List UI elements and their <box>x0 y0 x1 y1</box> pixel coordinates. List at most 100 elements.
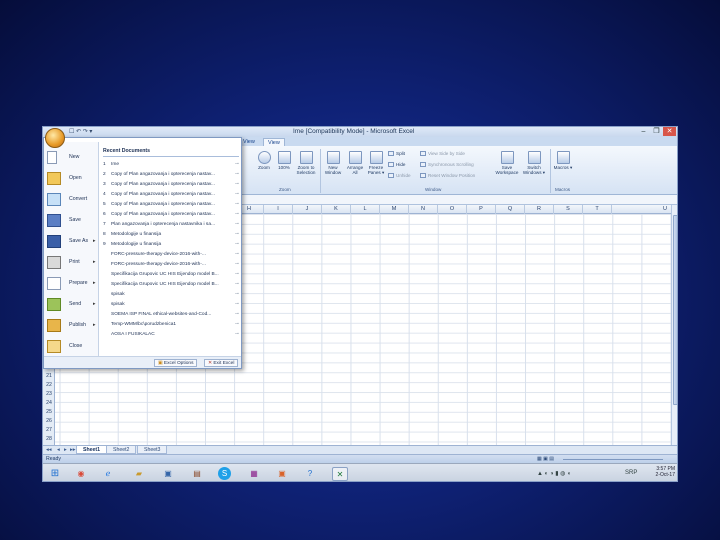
recent-document[interactable]: 4 Copy of Plan angazovanja i opterecenja … <box>103 190 241 199</box>
recent-document[interactable]: FORC-pressure-therapy-device-2016-with-.… <box>103 260 241 269</box>
pin-icon[interactable]: ⊸ <box>235 290 239 299</box>
tab-view[interactable]: View <box>263 138 285 146</box>
column-header-cell[interactable]: S <box>553 205 582 214</box>
column-header-cell[interactable]: I <box>263 205 292 214</box>
pin-icon[interactable]: ⊸ <box>235 190 239 199</box>
powerpoint-icon[interactable]: ▣ <box>274 467 290 481</box>
pin-icon[interactable]: ⊸ <box>235 180 239 189</box>
recent-document[interactable]: Temp-WMM\bc\porudzbenica1 ⊸ <box>103 320 241 329</box>
column-header-cell[interactable]: Q <box>495 205 524 214</box>
recent-document[interactable]: spisak ⊸ <box>103 300 241 309</box>
chrome-icon[interactable]: ◉ <box>73 467 89 481</box>
pin-icon[interactable]: ⊸ <box>235 280 239 289</box>
app-icon[interactable]: ▦ <box>246 467 262 481</box>
zoom-button[interactable]: Zoom <box>255 151 273 170</box>
synchronous-scrolling-button[interactable]: Synchronous Scrolling <box>420 162 474 168</box>
row-label[interactable]: 27 <box>43 427 55 433</box>
menu-item-close[interactable]: Close <box>47 339 97 355</box>
pin-icon[interactable]: ⊸ <box>235 270 239 279</box>
row-label[interactable]: 23 <box>43 391 55 397</box>
column-header-cell[interactable]: N <box>408 205 437 214</box>
recent-document[interactable]: 1 Ime ⊸ <box>103 160 241 169</box>
recent-document[interactable]: 5 Copy of Plan angazovanja i opterecenja … <box>103 200 241 209</box>
new-window-button[interactable]: New Window <box>323 151 343 176</box>
recent-document[interactable]: Specifikacija Grupovic UC HIS Eijendop m… <box>103 280 241 289</box>
menu-item-send[interactable]: Send ▸ <box>47 297 97 313</box>
recent-document[interactable]: Specifikacija Grupovic UC HIS Eijendop m… <box>103 270 241 279</box>
split-button[interactable]: Split <box>388 151 405 157</box>
sheet-tab[interactable]: Sheet2 <box>106 446 137 454</box>
recent-document[interactable]: AOSA I FUSIKALAC ⊸ <box>103 330 241 339</box>
menu-item-prepare[interactable]: Prepare ▸ <box>47 276 97 292</box>
office-button[interactable] <box>45 128 65 148</box>
pin-icon[interactable]: ⊸ <box>235 160 239 169</box>
quick-access-toolbar[interactable]: ☐ ↶ ↷ ▾ <box>69 128 92 135</box>
row-label[interactable]: 22 <box>43 382 55 388</box>
pin-icon[interactable]: ⊸ <box>235 330 239 339</box>
excel-options-button[interactable]: ▣ Excel Options <box>154 359 198 367</box>
row-label[interactable]: 26 <box>43 418 55 424</box>
column-header-cell[interactable]: J <box>292 205 321 214</box>
column-header-cell[interactable]: T <box>582 205 611 214</box>
language-indicator[interactable]: SRP <box>625 470 637 476</box>
tray-icons[interactable]: ▲ ◐ ◑ ▮ ◍ ◖ <box>537 470 571 477</box>
menu-item-save-as[interactable]: Save As ▸ <box>47 234 97 250</box>
freeze-panes-button[interactable]: Freeze Panes ▾ <box>366 151 386 176</box>
recent-document[interactable]: 9 Metodologije u finansija ⊸ <box>103 240 241 249</box>
column-header-cell[interactable]: R <box>524 205 553 214</box>
ie-icon[interactable]: ℯ <box>100 467 116 481</box>
row-label[interactable]: 25 <box>43 409 55 415</box>
recent-document[interactable]: 3 Copy of Plan angazovanja i opterecenja … <box>103 180 241 189</box>
column-header-cell[interactable]: U <box>611 205 671 214</box>
pin-icon[interactable]: ⊸ <box>235 200 239 209</box>
excel-taskbar-icon[interactable]: ✕ <box>332 467 348 481</box>
sheet-tab[interactable]: Sheet1 <box>76 446 108 454</box>
recent-document[interactable]: FORC-pressure-therapy-device-2016-with-.… <box>103 250 241 259</box>
recent-document[interactable]: 8 Metodologije u finansija ⊸ <box>103 230 241 239</box>
recent-document[interactable]: 7 Plan angazovanja i opterecenja nastavni… <box>103 220 241 229</box>
start-button-icon[interactable]: ⊞ <box>47 467 63 481</box>
unhide-button[interactable]: Unhide <box>388 173 411 179</box>
menu-item-print[interactable]: Print ▸ <box>47 255 97 271</box>
help-icon[interactable]: ? <box>302 467 318 481</box>
pin-icon[interactable]: ⊸ <box>235 260 239 269</box>
recent-document[interactable]: 6 Copy of Plan angazovanja i opterecenja … <box>103 210 241 219</box>
menu-item-open[interactable]: Open <box>47 171 97 187</box>
pin-icon[interactable]: ⊸ <box>235 170 239 179</box>
file-explorer-icon[interactable]: ▰ <box>131 467 147 481</box>
column-header-cell[interactable]: P <box>466 205 495 214</box>
row-label[interactable]: 21 <box>43 373 55 379</box>
recent-document[interactable]: SOEMA ISP FINAL ethical-websites-and-Cod… <box>103 310 241 319</box>
menu-item-save[interactable]: Save <box>47 213 97 229</box>
column-header-cell[interactable]: K <box>321 205 350 214</box>
pin-icon[interactable]: ⊸ <box>235 300 239 309</box>
zoom-to-selection-button[interactable]: Zoom to Selection <box>294 151 318 176</box>
app-icon[interactable]: ▤ <box>189 467 205 481</box>
menu-item-new[interactable]: New <box>47 150 97 166</box>
menu-item-convert[interactable]: Convert <box>47 192 97 208</box>
pin-icon[interactable]: ⊸ <box>235 220 239 229</box>
pin-icon[interactable]: ⊸ <box>235 310 239 319</box>
column-header-cell[interactable]: M <box>379 205 408 214</box>
skype-icon[interactable]: S <box>218 467 231 480</box>
pin-icon[interactable]: ⊸ <box>235 250 239 259</box>
app-icon[interactable]: ▣ <box>160 467 176 481</box>
column-header-cell[interactable]: O <box>437 205 466 214</box>
pin-icon[interactable]: ⊸ <box>235 240 239 249</box>
menu-item-publish[interactable]: Publish ▸ <box>47 318 97 334</box>
maximize-button[interactable]: ❐ <box>650 127 663 136</box>
recent-document[interactable]: 2 Copy of Plan angazovanja i opterecenja … <box>103 170 241 179</box>
arrange-all-button[interactable]: Arrange All <box>345 151 365 176</box>
switch-windows-button[interactable]: Switch Windows ▾ <box>521 151 547 176</box>
row-label[interactable]: 24 <box>43 400 55 406</box>
view-buttons-icon[interactable]: ▦ ▣ ▤ <box>537 456 554 462</box>
reset-window-position-button[interactable]: Reset Window Position <box>420 173 475 179</box>
pin-icon[interactable]: ⊸ <box>235 210 239 219</box>
hide-button[interactable]: Hide <box>388 162 405 168</box>
row-label[interactable]: 28 <box>43 436 55 442</box>
pin-icon[interactable]: ⊸ <box>235 230 239 239</box>
recent-document[interactable]: spisak ⊸ <box>103 290 241 299</box>
macros-button[interactable]: Macros ▾ <box>553 151 573 170</box>
minimize-button[interactable]: – <box>637 127 650 136</box>
sheet-tab[interactable]: Sheet3 <box>137 446 168 454</box>
